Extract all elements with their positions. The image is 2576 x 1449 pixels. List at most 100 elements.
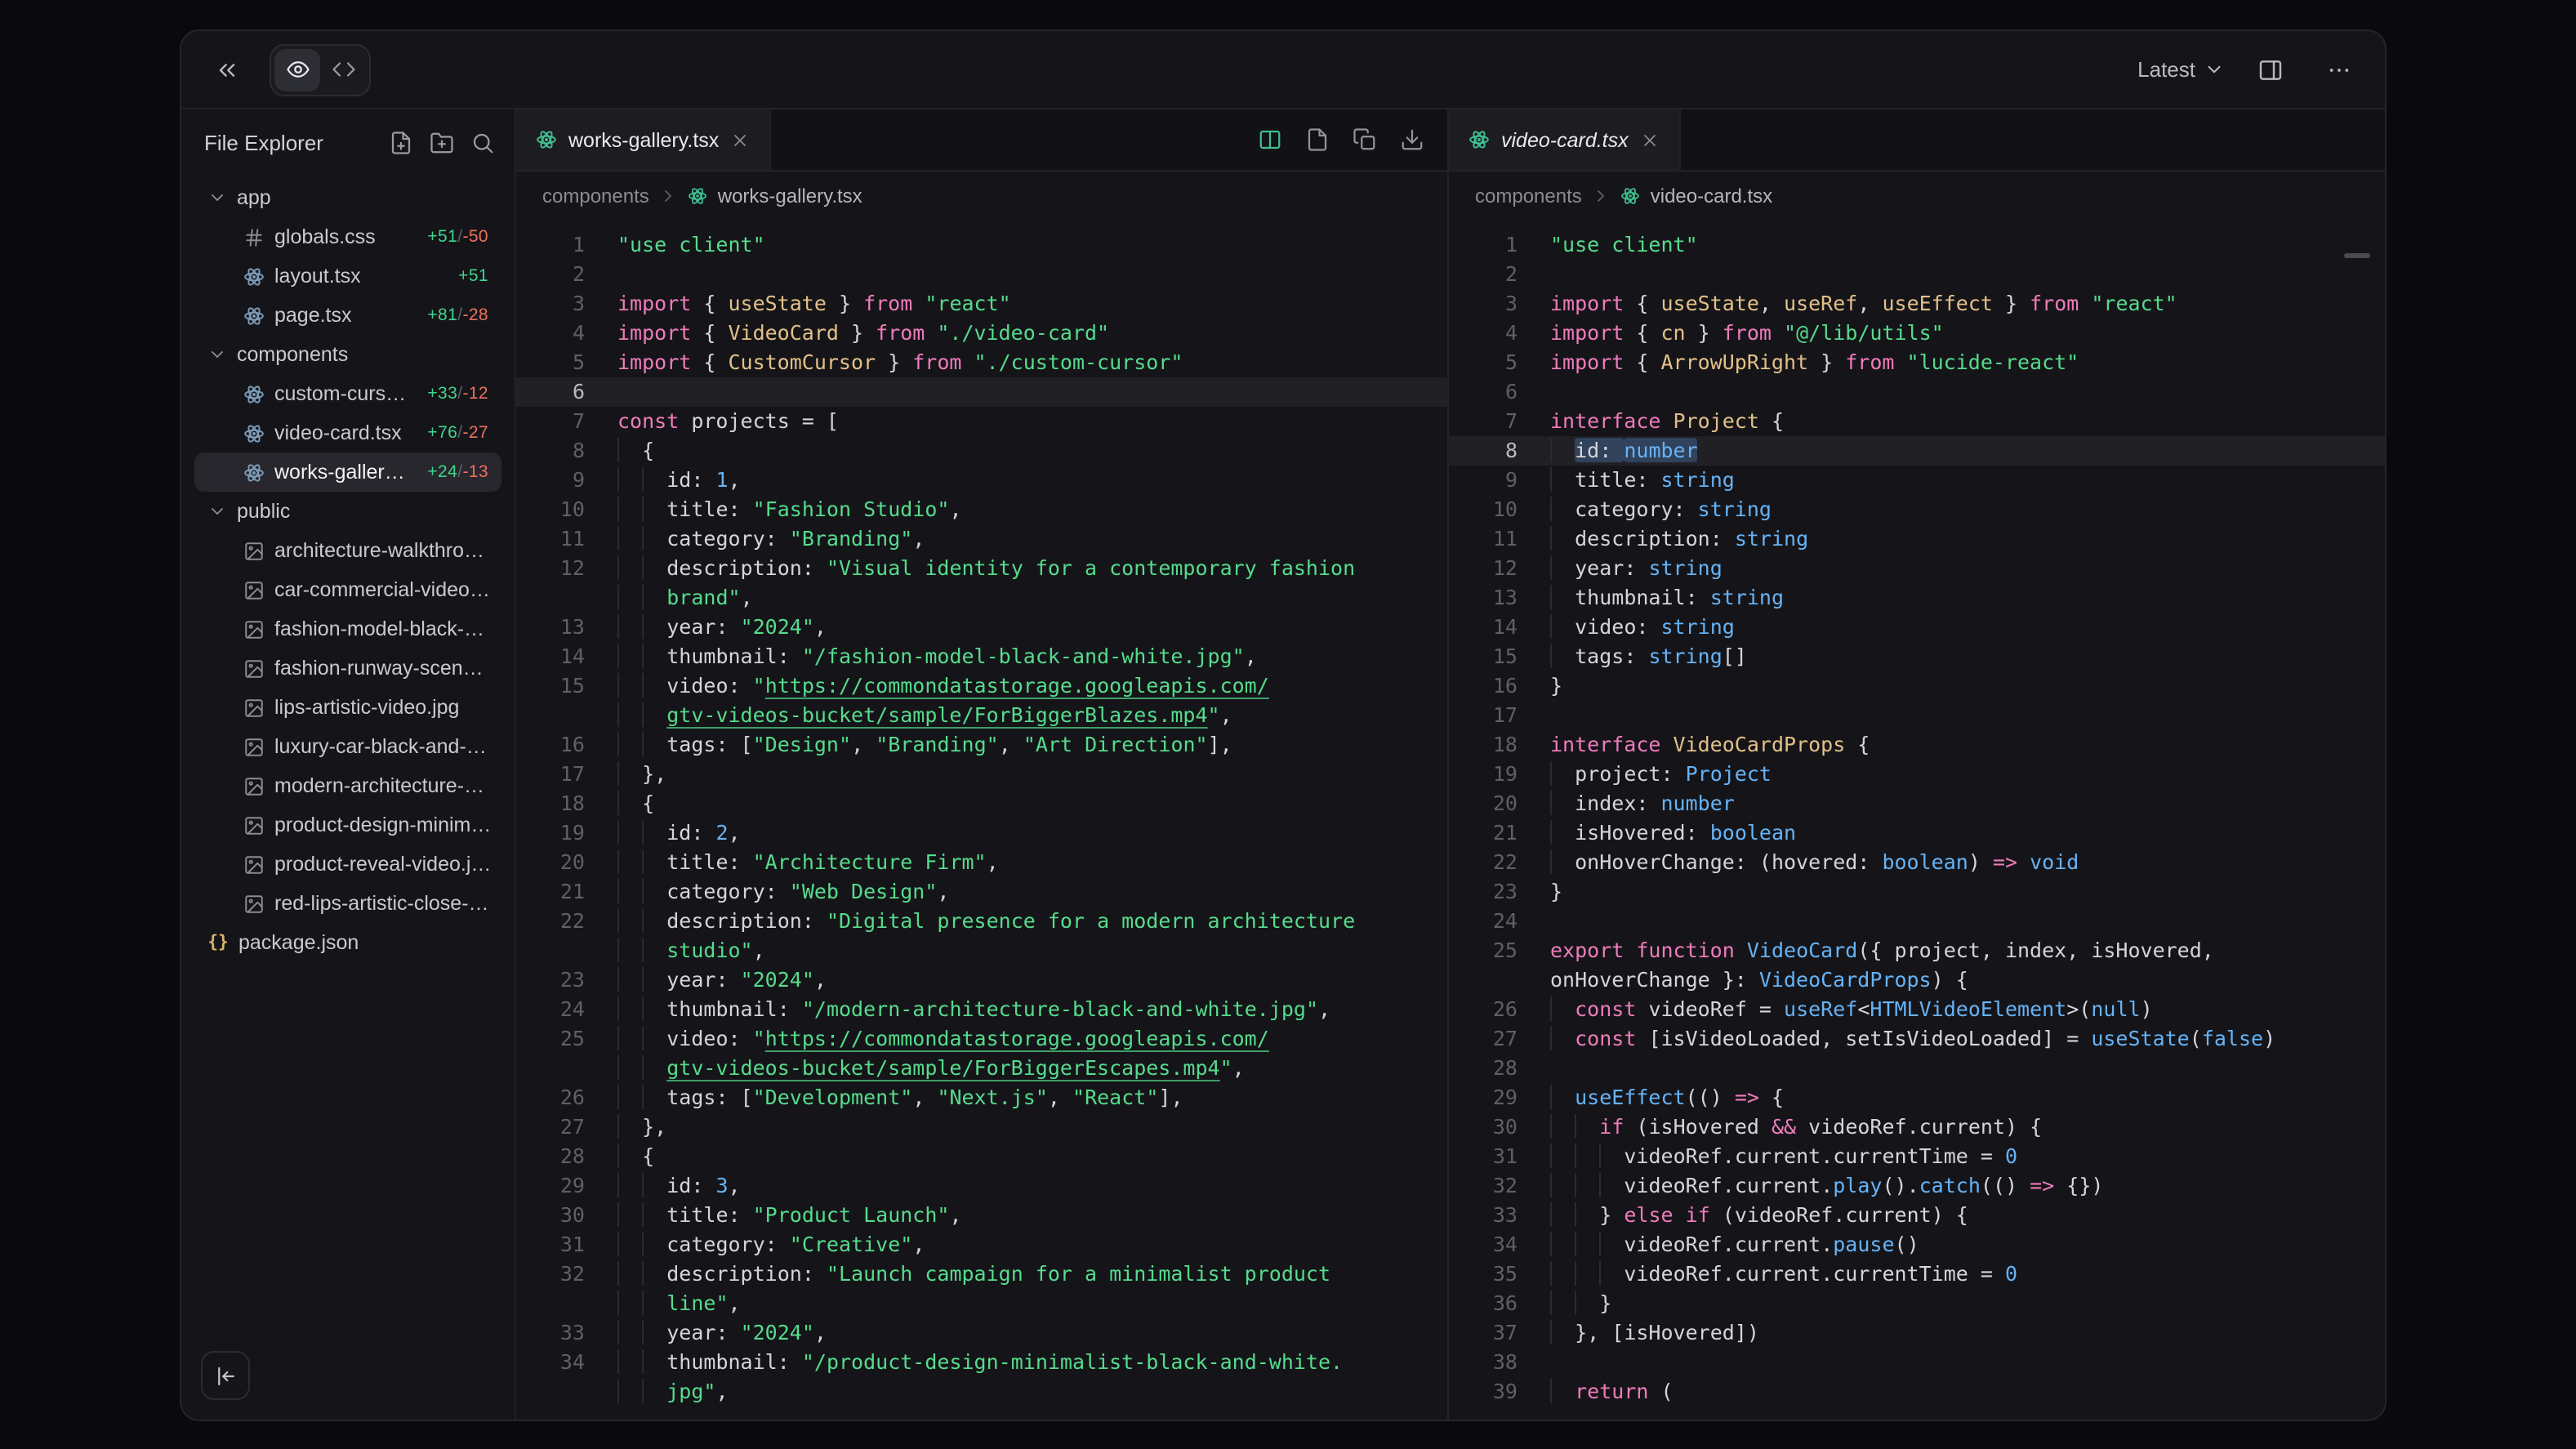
code-line[interactable]: 21 category: "Web Design",: [516, 877, 1447, 907]
scrollbar-thumb[interactable]: [2344, 253, 2370, 258]
search-button[interactable]: [470, 130, 495, 154]
code-line[interactable]: 16 tags: ["Design", "Branding", "Art Dir…: [516, 730, 1447, 760]
tree-file-layout.tsx[interactable]: layout.tsx+51: [194, 256, 501, 296]
code-line[interactable]: 11 description: string: [1449, 524, 2385, 554]
code-line[interactable]: 8 {: [516, 436, 1447, 466]
code-line[interactable]: 27 const [isVideoLoaded, setIsVideoLoade…: [1449, 1024, 2385, 1054]
open-file-button[interactable]: [1305, 127, 1330, 152]
code-line[interactable]: 9 title: string: [1449, 466, 2385, 495]
tree-file-fashion-model-black[interactable]: fashion-model-black-…: [194, 609, 501, 649]
code-line[interactable]: 10 title: "Fashion Studio",: [516, 495, 1447, 524]
preview-toggle-button[interactable]: [274, 48, 320, 91]
close-tab-button[interactable]: [1640, 130, 1660, 149]
code-line[interactable]: 34 videoRef.current.pause(): [1449, 1230, 2385, 1260]
code-line[interactable]: 28 {: [516, 1142, 1447, 1171]
code-line[interactable]: 4import { VideoCard } from "./video-card…: [516, 319, 1447, 348]
code-line[interactable]: 2: [1449, 260, 2385, 289]
code-line[interactable]: 23 year: "2024",: [516, 965, 1447, 995]
code-line[interactable]: 38: [1449, 1348, 2385, 1377]
tree-file-car-commercial-video[interactable]: car-commercial-video…: [194, 570, 501, 609]
code-line[interactable]: 8 id: number: [1449, 436, 2385, 466]
code-line[interactable]: 11 category: "Branding",: [516, 524, 1447, 554]
code-line[interactable]: 27 },: [516, 1112, 1447, 1142]
code-line[interactable]: 10 category: string: [1449, 495, 2385, 524]
breadcrumb-file[interactable]: works-gallery.tsx: [718, 185, 862, 207]
code-line[interactable]: 5import { ArrowUpRight } from "lucide-re…: [1449, 348, 2385, 377]
collapse-panel-button[interactable]: [204, 47, 250, 92]
code-line[interactable]: 31 videoRef.current.currentTime = 0: [1449, 1142, 2385, 1171]
tree-file-globals.css[interactable]: globals.css+51/-50: [194, 217, 501, 256]
code-line[interactable]: 3import { useState } from "react": [516, 289, 1447, 319]
code-line[interactable]: 30 if (isHovered && videoRef.current) {: [1449, 1112, 2385, 1142]
code-line[interactable]: 23}: [1449, 877, 2385, 907]
code-line[interactable]: 2: [516, 260, 1447, 289]
code-line[interactable]: 20 index: number: [1449, 789, 2385, 818]
code-line[interactable]: 26 const videoRef = useRef<HTMLVideoElem…: [1449, 995, 2385, 1024]
tree-file-lips-artistic-video.jpg[interactable]: lips-artistic-video.jpg: [194, 688, 501, 727]
tree-file-video-card.tsx[interactable]: video-card.tsx+76/-27: [194, 413, 501, 453]
code-line[interactable]: 6: [516, 377, 1447, 407]
tree-file-package.json[interactable]: {}package.json: [194, 923, 501, 962]
code-line[interactable]: studio",: [516, 936, 1447, 965]
tree-file-page.tsx[interactable]: page.tsx+81/-28: [194, 296, 501, 335]
tree-file-modern-architecture[interactable]: modern-architecture-…: [194, 766, 501, 805]
code-line[interactable]: 22 onHoverChange: (hovered: boolean) => …: [1449, 848, 2385, 877]
code-line[interactable]: 1"use client": [1449, 230, 2385, 260]
code-line[interactable]: brand",: [516, 583, 1447, 613]
code-line[interactable]: 31 category: "Creative",: [516, 1230, 1447, 1260]
more-options-button[interactable]: [2316, 47, 2362, 92]
code-line[interactable]: 25export function VideoCard({ project, i…: [1449, 936, 2385, 965]
tab-works-gallery.tsx[interactable]: works-gallery.tsx: [516, 109, 771, 170]
breadcrumb-file[interactable]: video-card.tsx: [1651, 185, 1772, 207]
code-line[interactable]: gtv-videos-bucket/sample/ForBiggerBlazes…: [516, 701, 1447, 730]
tree-file-works-galler[interactable]: works-galler…+24/-13: [194, 453, 501, 492]
code-line[interactable]: 7const projects = [: [516, 407, 1447, 436]
code-line[interactable]: 26 tags: ["Development", "Next.js", "Rea…: [516, 1083, 1447, 1112]
code-line[interactable]: 14 video: string: [1449, 613, 2385, 642]
tree-file-custom-curs[interactable]: custom-curs…+33/-12: [194, 374, 501, 413]
code-line[interactable]: 12 description: "Visual identity for a c…: [516, 554, 1447, 583]
code-line[interactable]: 7interface Project {: [1449, 407, 2385, 436]
code-line[interactable]: 19 id: 2,: [516, 818, 1447, 848]
tree-file-product-reveal-video.j[interactable]: product-reveal-video.j…: [194, 845, 501, 884]
code-line[interactable]: line",: [516, 1289, 1447, 1318]
code-line[interactable]: 24: [1449, 907, 2385, 936]
layout-panel-button[interactable]: [2248, 47, 2293, 92]
tab-video-card.tsx[interactable]: video-card.tsx: [1449, 109, 1681, 170]
code-line[interactable]: 22 description: "Digital presence for a …: [516, 907, 1447, 936]
tree-file-fashion-runway-scen[interactable]: fashion-runway-scen…: [194, 649, 501, 688]
copy-code-button[interactable]: [1353, 127, 1377, 152]
code-line[interactable]: jpg",: [516, 1377, 1447, 1407]
new-folder-button[interactable]: [430, 130, 454, 154]
code-line[interactable]: 1"use client": [516, 230, 1447, 260]
code-line[interactable]: 35 videoRef.current.currentTime = 0: [1449, 1260, 2385, 1289]
close-tab-button[interactable]: [730, 130, 750, 149]
code-line[interactable]: 34 thumbnail: "/product-design-minimalis…: [516, 1348, 1447, 1377]
code-line[interactable]: 25 video: "https://commondatastorage.goo…: [516, 1024, 1447, 1054]
code-line[interactable]: 37 }, [isHovered]): [1449, 1318, 2385, 1348]
code-line[interactable]: 9 id: 1,: [516, 466, 1447, 495]
tree-folder-public[interactable]: public: [194, 492, 501, 531]
download-button[interactable]: [1400, 127, 1424, 152]
code-line[interactable]: 13 year: "2024",: [516, 613, 1447, 642]
code-line[interactable]: 17: [1449, 701, 2385, 730]
code-line[interactable]: 13 thumbnail: string: [1449, 583, 2385, 613]
code-line[interactable]: 24 thumbnail: "/modern-architecture-blac…: [516, 995, 1447, 1024]
code-line[interactable]: 32 videoRef.current.play().catch(() => {…: [1449, 1171, 2385, 1201]
code-line[interactable]: 5import { CustomCursor } from "./custom-…: [516, 348, 1447, 377]
code-line[interactable]: 18 {: [516, 789, 1447, 818]
code-line[interactable]: 12 year: string: [1449, 554, 2385, 583]
new-file-button[interactable]: [389, 130, 413, 154]
code-line[interactable]: 3import { useState, useRef, useEffect } …: [1449, 289, 2385, 319]
code-line[interactable]: 36 }: [1449, 1289, 2385, 1318]
version-selector-button[interactable]: Latest: [2137, 57, 2225, 82]
code-line[interactable]: 33 } else if (videoRef.current) {: [1449, 1201, 2385, 1230]
code-line[interactable]: 39 return (: [1449, 1377, 2385, 1407]
breadcrumb-folder[interactable]: components: [1475, 185, 1582, 207]
code-line[interactable]: 29 id: 3,: [516, 1171, 1447, 1201]
code-line[interactable]: 6: [1449, 377, 2385, 407]
tree-folder-components[interactable]: components: [194, 335, 501, 374]
code-line[interactable]: 17 },: [516, 760, 1447, 789]
tree-file-product-design-minim[interactable]: product-design-minim…: [194, 805, 501, 845]
code-line[interactable]: 33 year: "2024",: [516, 1318, 1447, 1348]
